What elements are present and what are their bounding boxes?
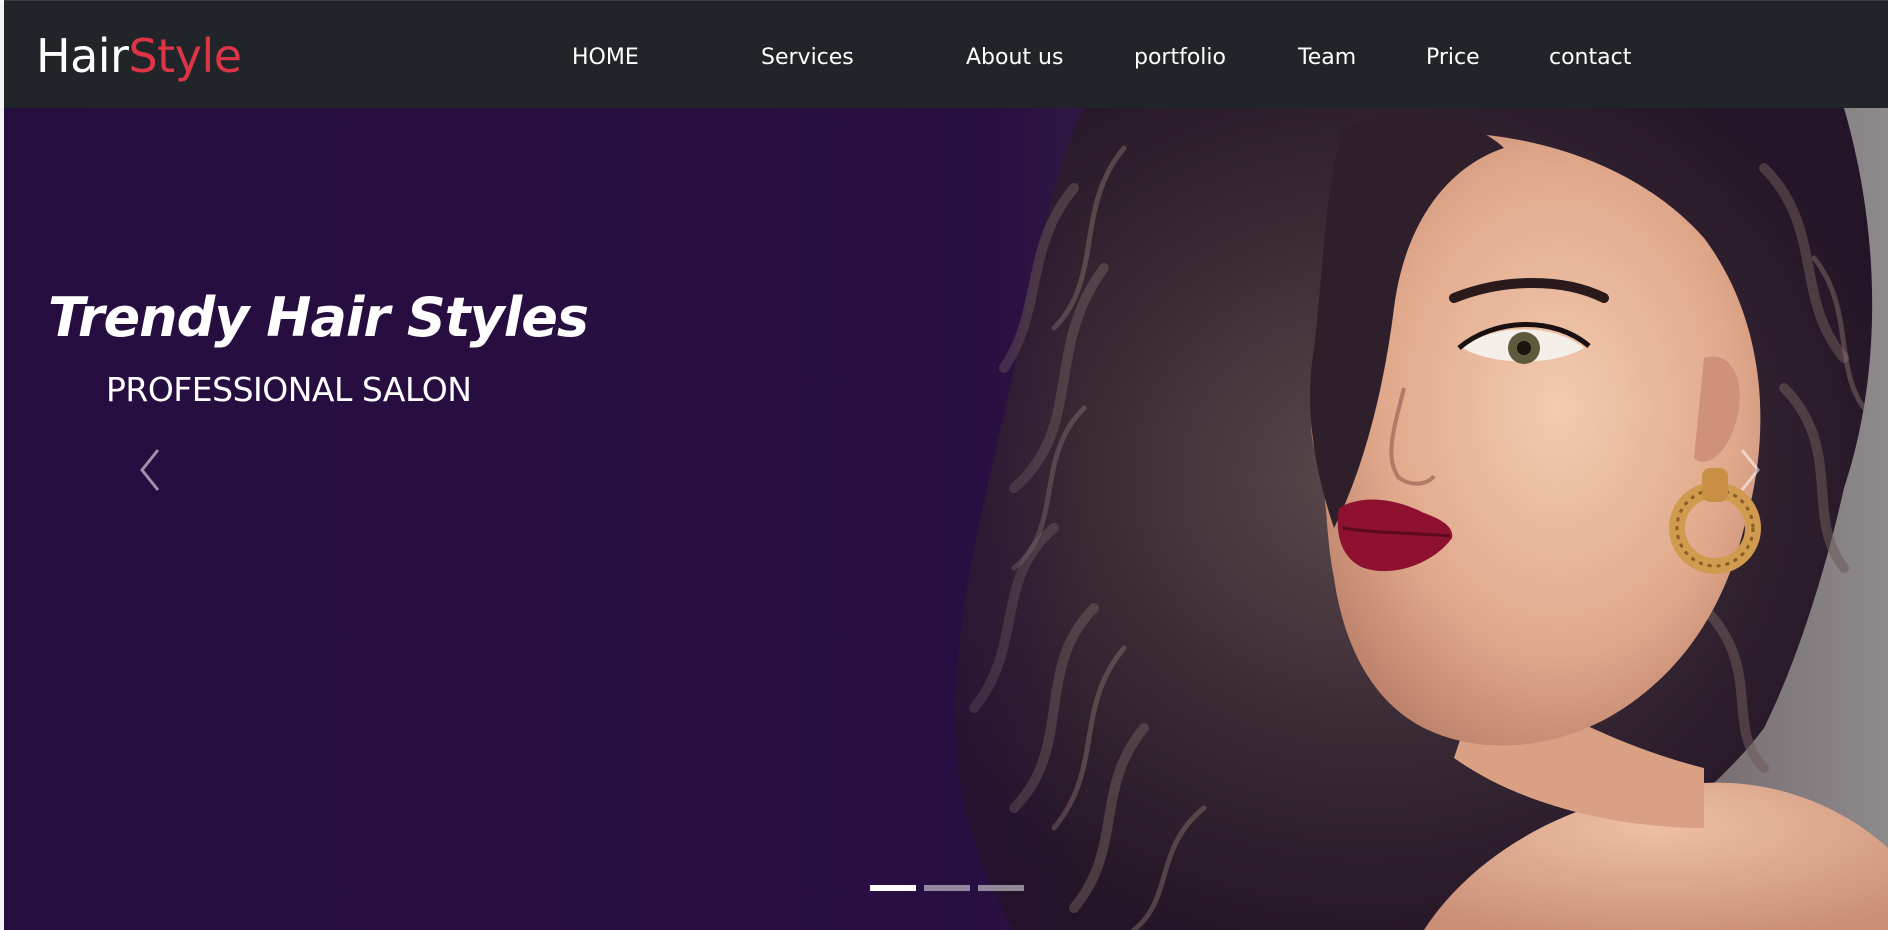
page-frame: HairStyle HOME Services About us portfol…	[4, 0, 1888, 930]
chevron-left-icon	[140, 449, 160, 491]
chevron-right-icon	[1740, 449, 1760, 491]
brand-logo-style: Style	[128, 29, 242, 83]
carousel-indicators	[870, 885, 1024, 893]
hero-model-image	[4, 108, 1888, 930]
nav-link-price[interactable]: Price	[1426, 44, 1480, 72]
nav-link-portfolio[interactable]: portfolio	[1134, 44, 1226, 72]
navbar: HairStyle HOME Services About us portfol…	[4, 0, 1888, 108]
hero-subtitle: PROFESSIONAL SALON	[106, 370, 472, 409]
nav-link-home[interactable]: HOME	[572, 44, 639, 72]
hero-carousel: Trendy Hair Styles PROFESSIONAL SALON	[4, 108, 1888, 930]
carousel-prev-button[interactable]	[130, 442, 170, 498]
nav-link-team[interactable]: Team	[1298, 44, 1356, 72]
nav-link-about-us[interactable]: About us	[966, 44, 1063, 72]
carousel-indicator-1[interactable]	[870, 885, 916, 891]
brand-logo-hair: Hair	[36, 29, 129, 83]
carousel-next-button[interactable]	[1730, 442, 1770, 498]
carousel-indicator-3[interactable]	[978, 885, 1024, 891]
brand-logo[interactable]: HairStyle	[36, 29, 242, 83]
hero-title: Trendy Hair Styles	[48, 286, 589, 349]
nav-link-contact[interactable]: contact	[1549, 44, 1631, 72]
carousel-indicator-2[interactable]	[924, 885, 970, 891]
nav-link-services[interactable]: Services	[761, 44, 854, 72]
